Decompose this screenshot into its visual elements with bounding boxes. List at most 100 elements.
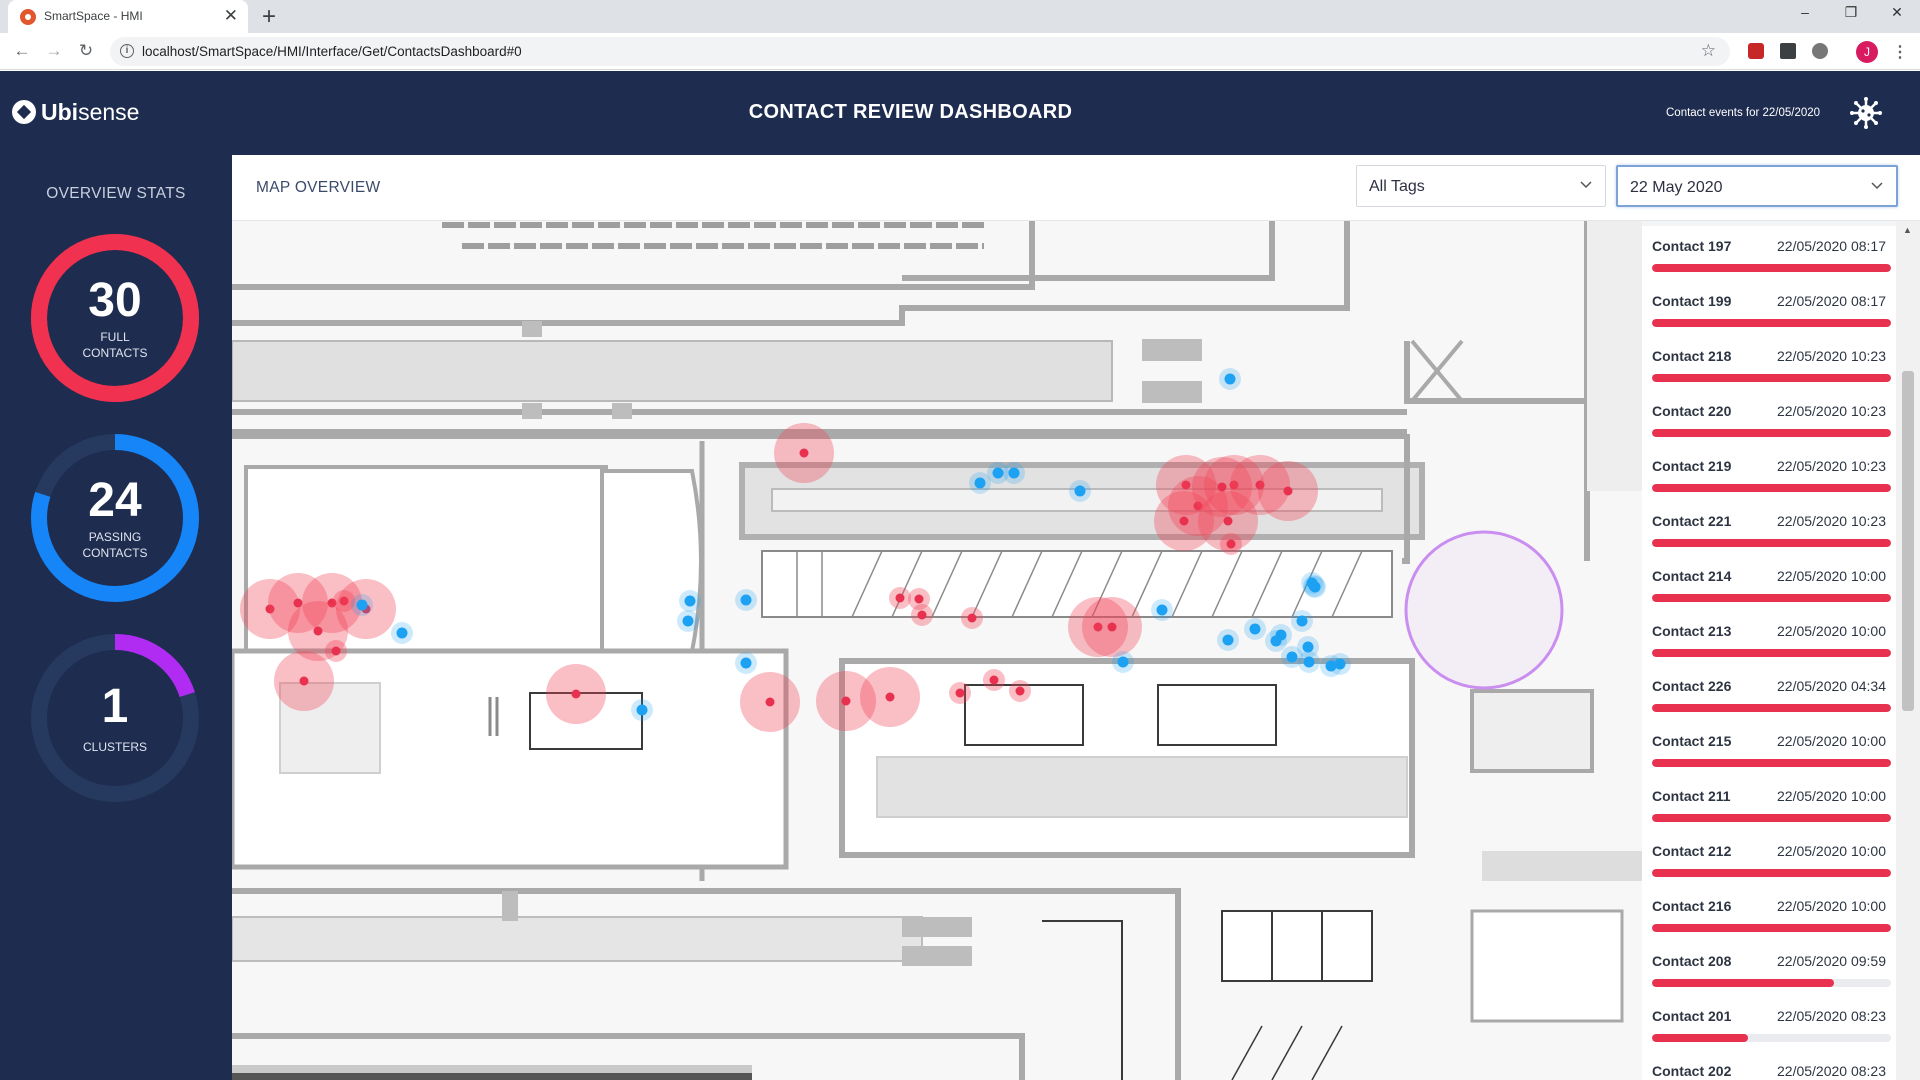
contact-item[interactable]: Contact 220 22/05/2020 10:23	[1642, 391, 1896, 446]
contact-item[interactable]: Contact 208 22/05/2020 09:59	[1642, 941, 1896, 996]
passing-contact-marker[interactable]	[631, 699, 653, 721]
passing-contact-marker[interactable]	[1244, 618, 1266, 640]
passing-contact-marker[interactable]	[391, 622, 413, 644]
contact-item[interactable]: Contact 219 22/05/2020 10:23	[1642, 446, 1896, 501]
passing-contact-marker[interactable]	[1151, 599, 1173, 621]
full-contact-marker[interactable]	[774, 423, 834, 483]
contact-item[interactable]: Contact 221 22/05/2020 10:23	[1642, 501, 1896, 556]
extension-red-icon[interactable]	[1748, 43, 1764, 59]
info-icon[interactable]: i	[120, 44, 134, 58]
passing-contact-marker[interactable]	[1217, 629, 1239, 651]
full-contact-marker[interactable]	[1258, 461, 1318, 521]
window-restore-button[interactable]: ❐	[1836, 4, 1866, 21]
passing-contact-marker[interactable]	[735, 589, 757, 611]
browser-tab[interactable]: SmartSpace - HMI ✕	[8, 0, 248, 33]
contact-item[interactable]: Contact 197 22/05/2020 08:17	[1642, 226, 1896, 281]
contact-time: 22/05/2020 10:00	[1777, 733, 1886, 749]
contact-item[interactable]: Contact 213 22/05/2020 10:00	[1642, 611, 1896, 666]
contact-time: 22/05/2020 08:23	[1777, 1008, 1886, 1024]
contact-item[interactable]: Contact 226 22/05/2020 04:34	[1642, 666, 1896, 721]
full-contact-marker[interactable]	[1154, 491, 1214, 551]
contact-item[interactable]: Contact 215 22/05/2020 10:00	[1642, 721, 1896, 776]
full-contacts-gauge[interactable]: 30 FULL CONTACTS	[30, 233, 200, 403]
passing-contact-marker[interactable]	[677, 610, 699, 632]
passing-contact-marker[interactable]	[679, 590, 701, 612]
date-select[interactable]: 22 May 2020	[1616, 165, 1898, 207]
passing-contact-marker[interactable]	[351, 594, 373, 616]
passing-contact-marker[interactable]	[969, 472, 991, 494]
full-contact-marker[interactable]	[1009, 680, 1031, 702]
full-contact-marker[interactable]	[983, 669, 1005, 691]
forward-arrow-icon[interactable]: →	[42, 40, 66, 62]
bookmark-star-icon[interactable]: ☆	[1701, 41, 1716, 61]
address-bar[interactable]: i localhost/SmartSpace/HMI/Interface/Get…	[110, 37, 1730, 66]
clusters-value: 1	[101, 680, 129, 733]
passing-contact-marker[interactable]	[1219, 368, 1241, 390]
window-close-button[interactable]: ✕	[1882, 4, 1912, 21]
contact-item[interactable]: Contact 218 22/05/2020 10:23	[1642, 336, 1896, 391]
contact-item[interactable]: Contact 216 22/05/2020 10:00	[1642, 886, 1896, 941]
scroll-up-arrow-icon[interactable]: ▲	[1903, 225, 1912, 235]
passing-contact-marker[interactable]	[1320, 655, 1342, 677]
wall	[232, 221, 1350, 326]
contact-item[interactable]: Contact 202 22/05/2020 08:23	[1642, 1051, 1896, 1080]
contact-name: Contact 221	[1652, 513, 1732, 529]
contact-duration-fill	[1652, 979, 1834, 987]
reload-icon[interactable]: ↻	[74, 40, 98, 62]
contact-duration-fill	[1652, 594, 1891, 602]
full-contact-marker[interactable]	[1082, 597, 1142, 657]
tab-title: SmartSpace - HMI	[44, 9, 143, 23]
full-contact-marker[interactable]	[949, 682, 971, 704]
extension-grid-icon[interactable]	[1780, 43, 1796, 59]
extension-circle-icon[interactable]	[1812, 43, 1828, 59]
passing-contact-marker[interactable]	[1112, 651, 1134, 673]
passing-contact-marker[interactable]	[1003, 462, 1025, 484]
passing-contact-marker[interactable]	[1297, 636, 1319, 658]
clusters-gauge[interactable]: 1 CLUSTERS	[30, 633, 200, 803]
full-contact-marker[interactable]	[274, 651, 334, 711]
full-contact-marker[interactable]	[1220, 533, 1242, 555]
browser-menu-icon[interactable]: ⋮	[1892, 42, 1908, 62]
virus-icon[interactable]	[1849, 96, 1883, 130]
full-contact-marker[interactable]	[961, 607, 983, 629]
contact-duration-bar	[1652, 484, 1891, 492]
passing-contact-marker[interactable]	[1291, 610, 1313, 632]
tags-select[interactable]: All Tags	[1356, 165, 1606, 207]
contact-item[interactable]: Contact 201 22/05/2020 08:23	[1642, 996, 1896, 1051]
contacts-scrollbar[interactable]: ▲	[1896, 221, 1920, 1080]
contacts-list[interactable]: Contact 197 22/05/2020 08:17 Contact 199 22…	[1642, 221, 1896, 1080]
full-contact-marker[interactable]	[889, 587, 911, 609]
passing-contact-marker[interactable]	[1069, 480, 1091, 502]
full-contact-marker[interactable]	[325, 640, 347, 662]
contact-duration-fill	[1652, 429, 1891, 437]
passing-contacts-gauge[interactable]: 24 PASSING CONTACTS	[30, 433, 200, 603]
full-contact-marker[interactable]	[546, 664, 606, 724]
contact-item[interactable]: Contact 212 22/05/2020 10:00	[1642, 831, 1896, 886]
cluster-ring[interactable]	[1404, 530, 1564, 690]
contact-item[interactable]: Contact 214 22/05/2020 10:00	[1642, 556, 1896, 611]
tab-close-icon[interactable]: ✕	[224, 6, 238, 26]
full-contact-marker[interactable]	[740, 672, 800, 732]
scroll-thumb[interactable]	[1902, 371, 1914, 711]
pillar	[612, 403, 632, 419]
contact-duration-fill	[1652, 264, 1891, 272]
passing-contact-marker[interactable]	[1301, 572, 1323, 594]
full-contact-marker[interactable]	[860, 667, 920, 727]
contact-time: 22/05/2020 10:23	[1777, 458, 1886, 474]
new-tab-button[interactable]: +	[262, 3, 276, 31]
full-contact-marker[interactable]	[911, 604, 933, 626]
contact-item[interactable]: Contact 211 22/05/2020 10:00	[1642, 776, 1896, 831]
floor-plan-map[interactable]	[232, 221, 1642, 1080]
back-arrow-icon[interactable]: ←	[10, 40, 34, 62]
contact-item[interactable]: Contact 199 22/05/2020 08:17	[1642, 281, 1896, 336]
profile-avatar[interactable]: J	[1856, 41, 1878, 63]
passing-contact-marker[interactable]	[1265, 630, 1287, 652]
contact-time: 22/05/2020 04:34	[1777, 678, 1886, 694]
passing-contact-marker[interactable]	[735, 652, 757, 674]
floor-plan-drawing	[232, 221, 1642, 1080]
url-text[interactable]: localhost/SmartSpace/HMI/Interface/Get/C…	[142, 44, 522, 59]
window-minimize-button[interactable]: –	[1790, 4, 1820, 20]
overview-stats-panel: OVERVIEW STATS 30 FULL CONTACTS 24 PASSIN…	[0, 155, 232, 1080]
contact-duration-fill	[1652, 869, 1891, 877]
full-contacts-value: 30	[88, 274, 142, 327]
